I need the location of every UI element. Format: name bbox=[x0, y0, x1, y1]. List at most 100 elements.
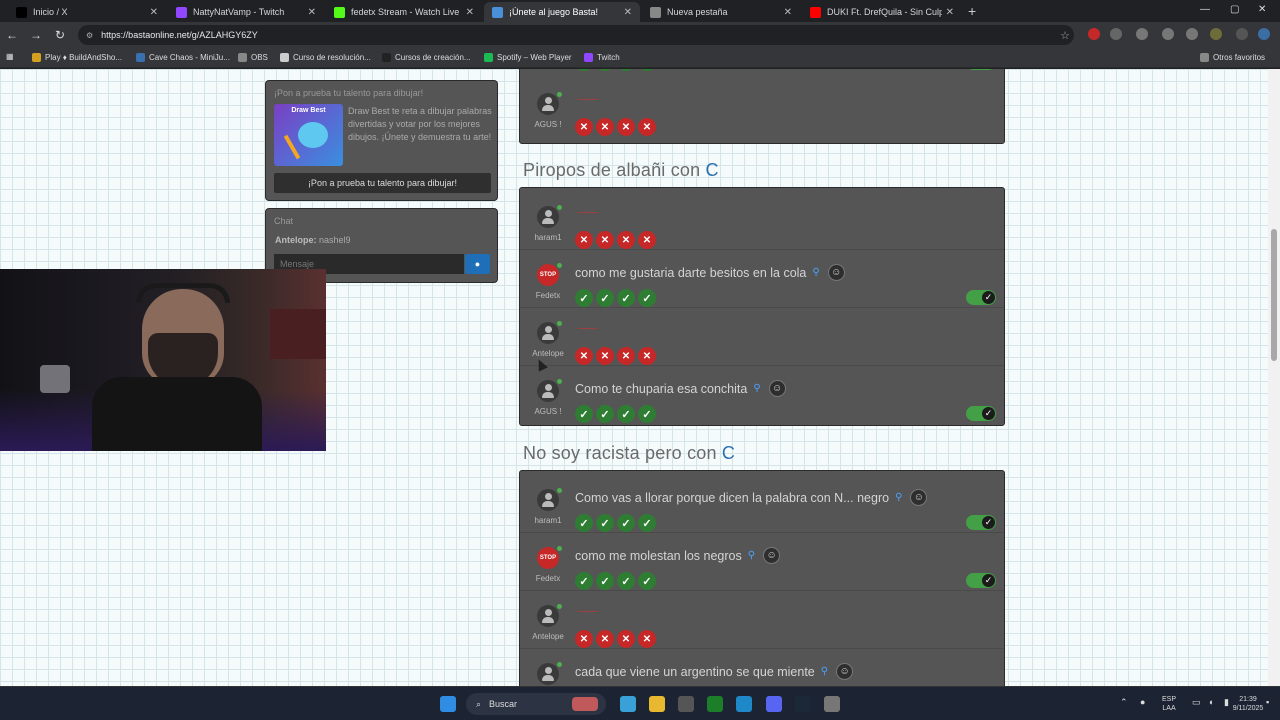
vote-no-icon[interactable]: ✕ bbox=[617, 231, 635, 249]
maximize-icon[interactable]: ▢ bbox=[1230, 4, 1239, 15]
vote-no-icon[interactable]: ✕ bbox=[575, 231, 593, 249]
microphone-icon[interactable]: ● bbox=[1140, 698, 1145, 707]
browser-tab[interactable]: Nueva pestaña ✕ bbox=[642, 2, 800, 22]
accept-toggle[interactable]: ✓ bbox=[966, 406, 996, 421]
vote-no-icon[interactable]: ✕ bbox=[596, 231, 614, 249]
forward-icon[interactable]: → bbox=[24, 28, 48, 42]
clock[interactable]: 21:39 9/11/2025 bbox=[1228, 695, 1268, 713]
close-tab-icon[interactable]: ✕ bbox=[308, 7, 316, 18]
store-icon[interactable] bbox=[678, 696, 694, 712]
volume-icon[interactable]: ◖ bbox=[1208, 698, 1213, 707]
back-icon[interactable]: ← bbox=[0, 28, 24, 42]
bookmark-item[interactable]: Cursos de creación... bbox=[382, 53, 471, 62]
tray-expand-icon[interactable]: ⌃ bbox=[1120, 698, 1128, 707]
network-icon[interactable]: ▭ bbox=[1192, 698, 1201, 707]
vote-ok-icon[interactable]: ✓ bbox=[638, 405, 656, 423]
vote-no-icon[interactable]: ✕ bbox=[617, 118, 635, 136]
apps-icon[interactable]: ▦ bbox=[6, 52, 14, 61]
minimize-icon[interactable]: — bbox=[1200, 4, 1210, 15]
vote-ok-icon[interactable]: ✓ bbox=[596, 514, 614, 532]
browser-tab[interactable]: ¡Únete al juego Basta! ✕ bbox=[484, 2, 640, 22]
vote-ok-icon[interactable]: ✓ bbox=[596, 572, 614, 590]
search-icon[interactable]: ⚲ bbox=[895, 492, 902, 503]
obs-icon[interactable] bbox=[824, 696, 840, 712]
browser-tab[interactable]: Inicio / X ✕ bbox=[8, 2, 166, 22]
vote-ok-icon[interactable] bbox=[617, 69, 635, 71]
vote-no-icon[interactable]: ✕ bbox=[638, 231, 656, 249]
site-info-icon[interactable]: ⚙ bbox=[86, 31, 93, 40]
puzzle-icon[interactable] bbox=[1136, 28, 1148, 40]
taskbar-search[interactable]: ⌕ Buscar bbox=[466, 693, 606, 715]
search-icon[interactable]: ⚲ bbox=[812, 267, 819, 278]
search-icon[interactable]: ⚲ bbox=[821, 666, 828, 677]
bookmark-item[interactable]: Spotify – Web Player bbox=[484, 53, 572, 62]
vote-no-icon[interactable]: ✕ bbox=[596, 118, 614, 136]
vote-no-icon[interactable]: ✕ bbox=[638, 630, 656, 648]
vote-ok-icon[interactable]: ✓ bbox=[575, 289, 593, 307]
other-bookmarks[interactable]: Otros favoritos bbox=[1200, 53, 1265, 62]
accept-toggle[interactable]: ✓ bbox=[966, 515, 996, 530]
xbox-icon[interactable] bbox=[707, 696, 723, 712]
page-scrollbar[interactable] bbox=[1268, 69, 1280, 686]
vote-ok-icon[interactable]: ✓ bbox=[575, 405, 593, 423]
vote-ok-icon[interactable]: ✓ bbox=[617, 289, 635, 307]
vote-ok-icon[interactable]: ✓ bbox=[617, 405, 635, 423]
language-indicator[interactable]: ESP LAA bbox=[1162, 695, 1176, 713]
promo-button[interactable]: ¡Pon a prueba tu talento para dibujar! bbox=[274, 173, 491, 193]
copilot-icon[interactable] bbox=[1258, 28, 1270, 40]
vote-ok-icon[interactable] bbox=[596, 69, 614, 71]
bookmark-star-icon[interactable]: ☆ bbox=[1060, 29, 1070, 42]
profile-avatar[interactable] bbox=[1210, 28, 1222, 40]
send-button[interactable]: ● bbox=[465, 254, 490, 274]
vote-ok-icon[interactable]: ✓ bbox=[575, 514, 593, 532]
favorites-icon[interactable] bbox=[1186, 28, 1198, 40]
reaction-icon[interactable]: ☺ bbox=[910, 489, 928, 506]
address-bar[interactable]: ⚙ https://bastaonline.net/g/AZLAHGY6ZY ☆ bbox=[78, 25, 1074, 45]
search-icon[interactable]: ⚲ bbox=[748, 550, 755, 561]
accept-toggle[interactable]: ✓ bbox=[966, 290, 996, 305]
copilot-taskbar-icon[interactable] bbox=[620, 696, 636, 712]
reaction-icon[interactable]: ☺ bbox=[836, 663, 854, 680]
bookmark-item[interactable]: Cave Chaos - MiniJu... bbox=[136, 53, 230, 62]
browser-tab[interactable]: NattyNatVamp - Twitch ✕ bbox=[168, 2, 324, 22]
close-tab-icon[interactable]: ✕ bbox=[946, 7, 954, 18]
vote-no-icon[interactable]: ✕ bbox=[575, 118, 593, 136]
vote-ok-icon[interactable]: ✓ bbox=[596, 289, 614, 307]
vote-no-icon[interactable]: ✕ bbox=[617, 630, 635, 648]
vote-ok-icon[interactable]: ✓ bbox=[617, 514, 635, 532]
media-icon[interactable] bbox=[1162, 28, 1174, 40]
close-tab-icon[interactable]: ✕ bbox=[784, 7, 792, 18]
promo-image[interactable]: Draw Best bbox=[274, 104, 343, 166]
vote-ok-icon[interactable]: ✓ bbox=[575, 572, 593, 590]
vote-no-icon[interactable]: ✕ bbox=[596, 347, 614, 365]
vote-ok-icon[interactable]: ✓ bbox=[638, 572, 656, 590]
vote-no-icon[interactable]: ✕ bbox=[617, 347, 635, 365]
new-tab-button[interactable]: + bbox=[968, 3, 976, 19]
extension-icon[interactable] bbox=[1088, 28, 1100, 40]
browser-tab[interactable]: DUKI Ft. DrefQuila - Sin Culp... ✕ bbox=[802, 2, 962, 22]
vote-ok-icon[interactable]: ✓ bbox=[617, 572, 635, 590]
vote-ok-icon[interactable] bbox=[575, 69, 593, 71]
edge-icon[interactable] bbox=[736, 696, 752, 712]
vote-no-icon[interactable]: ✕ bbox=[575, 347, 593, 365]
vote-ok-icon[interactable] bbox=[638, 69, 656, 71]
discord-icon[interactable] bbox=[766, 696, 782, 712]
vote-no-icon[interactable]: ✕ bbox=[638, 118, 656, 136]
search-icon[interactable]: ⚲ bbox=[753, 383, 760, 394]
vote-ok-icon[interactable]: ✓ bbox=[638, 514, 656, 532]
close-tab-icon[interactable]: ✕ bbox=[150, 7, 158, 18]
vote-ok-icon[interactable]: ✓ bbox=[638, 289, 656, 307]
extension-icon[interactable] bbox=[1110, 28, 1122, 40]
scrollbar-thumb[interactable] bbox=[1271, 229, 1277, 361]
file-explorer-icon[interactable] bbox=[649, 696, 665, 712]
vote-no-icon[interactable]: ✕ bbox=[638, 347, 656, 365]
vote-no-icon[interactable]: ✕ bbox=[596, 630, 614, 648]
reaction-icon[interactable]: ☺ bbox=[768, 380, 786, 397]
close-tab-icon[interactable]: ✕ bbox=[466, 7, 474, 18]
steam-icon[interactable] bbox=[795, 696, 811, 712]
reaction-icon[interactable]: ☺ bbox=[763, 547, 781, 564]
vote-ok-icon[interactable]: ✓ bbox=[596, 405, 614, 423]
accept-toggle[interactable] bbox=[966, 69, 996, 70]
accept-toggle[interactable]: ✓ bbox=[966, 573, 996, 588]
bookmark-item[interactable]: OBS bbox=[238, 53, 268, 62]
